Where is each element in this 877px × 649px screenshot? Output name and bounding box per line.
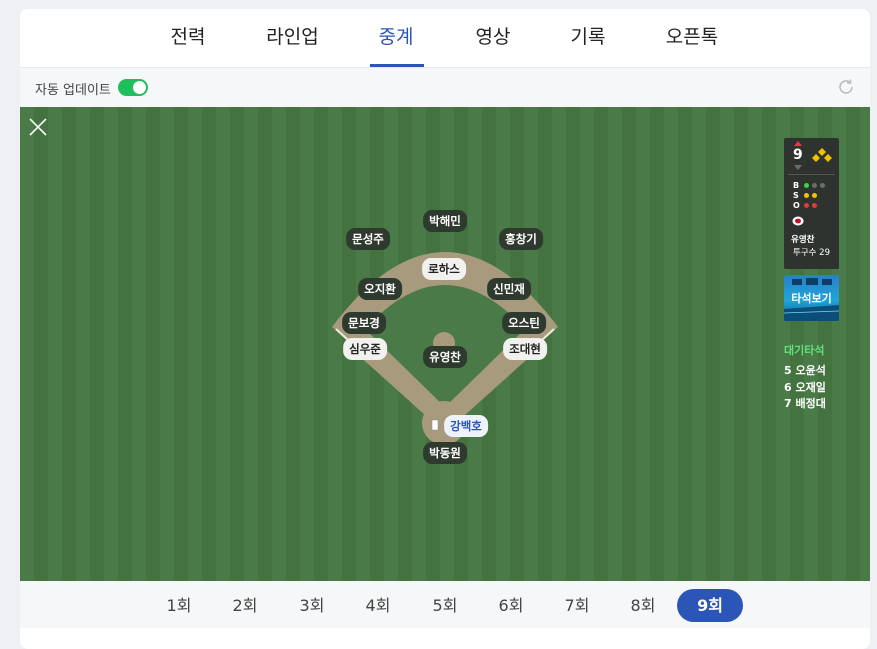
inning-button[interactable]: 3회 <box>292 589 332 622</box>
inning-button[interactable]: 1회 <box>159 589 199 622</box>
tab-lineup-strength[interactable]: 전력 <box>170 9 206 67</box>
tab-record[interactable]: 기록 <box>570 9 606 67</box>
team-logo-icon <box>792 216 804 226</box>
strikes-label: S <box>793 191 799 200</box>
auto-update-label: 자동 업데이트 <box>35 83 111 98</box>
ball-dot <box>804 183 809 188</box>
inning-button[interactable]: 7회 <box>557 589 597 622</box>
fielder-right[interactable]: 홍창기 <box>499 228 543 250</box>
ball-dot <box>812 183 817 188</box>
at-bat-view-button[interactable]: 타석보기 <box>784 275 839 321</box>
fielder-second-base[interactable]: 로하스 <box>422 258 466 280</box>
game-tabs: 전력 라인업 중계 영상 기록 오픈톡 <box>20 9 870 68</box>
fielder-left[interactable]: 문성주 <box>346 228 390 250</box>
tab-open-talk[interactable]: 오픈톡 <box>665 9 719 67</box>
current-pitcher-name: 유영찬 <box>791 235 815 245</box>
outs-label: O <box>793 201 800 210</box>
fielder-shortstop[interactable]: 오지환 <box>358 278 402 300</box>
out-dot <box>812 203 817 208</box>
inning-button-active[interactable]: 9회 <box>677 589 743 622</box>
balls-label: B <box>793 181 800 190</box>
inning-button[interactable]: 5회 <box>425 589 465 622</box>
inning-button[interactable]: 4회 <box>358 589 398 622</box>
runner-first[interactable]: 오스틴 <box>502 312 546 334</box>
tab-video[interactable]: 영상 <box>475 9 511 67</box>
tab-lineup[interactable]: 라인업 <box>261 9 324 67</box>
relay-subbar: 자동 업데이트 <box>20 68 870 107</box>
fielder-third-base[interactable]: 문보경 <box>342 312 386 334</box>
fielder-first-base[interactable]: 신민재 <box>487 278 531 300</box>
on-deck-title: 대기타석 <box>784 344 825 357</box>
out-dot <box>804 203 809 208</box>
fielder-center[interactable]: 박해민 <box>423 210 467 232</box>
fielder-catcher[interactable]: 박동원 <box>423 442 467 464</box>
tab-relay[interactable]: 중계 <box>378 9 414 67</box>
scoreboard: 9 B S O 유영찬 투구수 29 <box>784 138 839 269</box>
coach-third[interactable]: 심우준 <box>343 338 387 360</box>
toggle-knob <box>133 81 146 94</box>
inning-button[interactable]: 6회 <box>491 589 531 622</box>
diamond-diagram <box>332 252 558 445</box>
inning-selector: 1회 2회 3회 4회 5회 6회 7회 8회 9회 <box>20 581 870 628</box>
bottom-half-arrow-icon <box>794 165 802 170</box>
ball-dot <box>820 183 825 188</box>
on-deck-batter: 7 배정대 <box>784 397 826 410</box>
inning-button[interactable]: 8회 <box>623 589 663 622</box>
on-deck-batter: 6 오재일 <box>784 381 826 394</box>
strike-dot <box>812 193 817 198</box>
on-deck-batter: 5 오윤석 <box>784 364 826 377</box>
at-bat-view-label: 타석보기 <box>791 292 832 305</box>
top-half-arrow-icon <box>794 141 802 146</box>
strike-dot <box>804 193 809 198</box>
bases-icon <box>812 148 832 162</box>
scoreboard-divider <box>788 174 835 175</box>
fielder-pitcher[interactable]: 유영찬 <box>423 346 467 368</box>
active-tab-indicator <box>370 64 424 67</box>
coach-first[interactable]: 조대현 <box>503 338 547 360</box>
game-relay-card: 전력 라인업 중계 영상 기록 오픈톡 자동 업데이트 박해민 문성주 홍창기 … <box>20 9 870 649</box>
auto-update-toggle[interactable] <box>118 79 148 96</box>
refresh-icon[interactable] <box>836 77 856 97</box>
pitch-count: 투구수 29 <box>793 248 830 258</box>
batter[interactable]: 강백호 <box>444 415 488 437</box>
inning-button[interactable]: 2회 <box>225 589 265 622</box>
inning-number: 9 <box>793 147 803 163</box>
baseball-field: 박해민 문성주 홍창기 로하스 오지환 신민재 문보경 오스틴 심우준 조대현 … <box>20 107 870 581</box>
